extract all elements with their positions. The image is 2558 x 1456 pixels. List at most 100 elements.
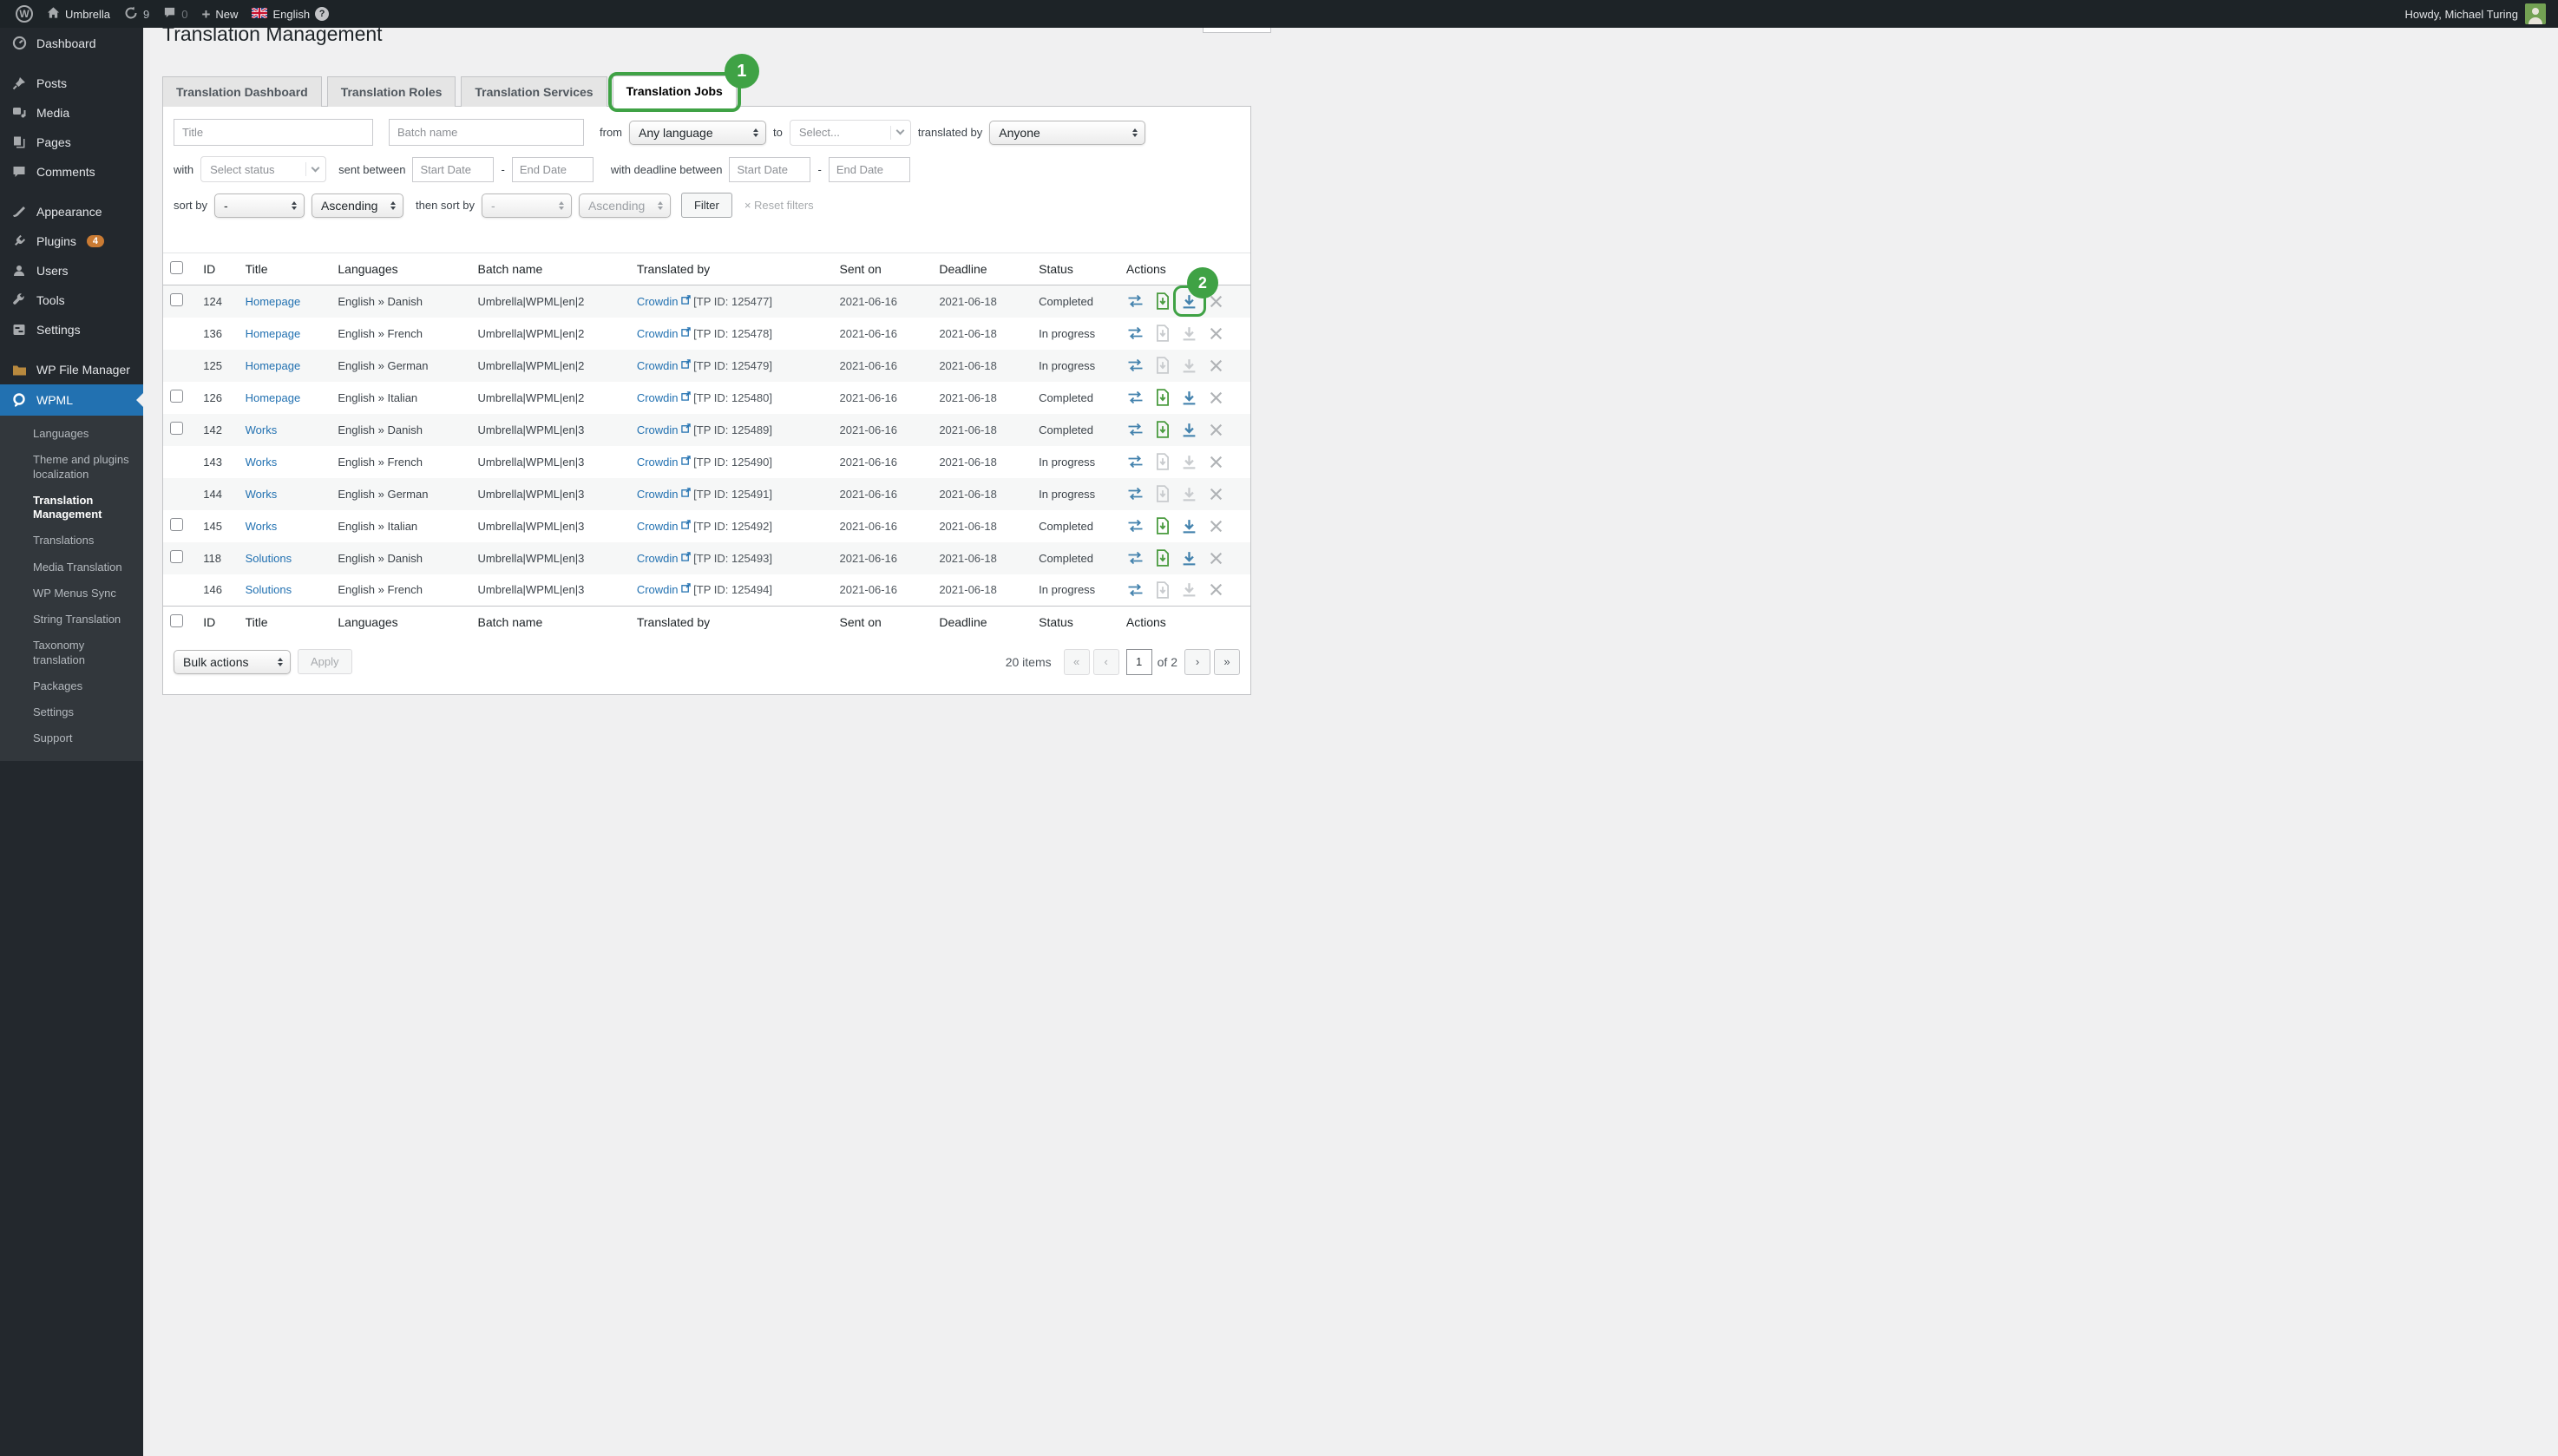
row-checkbox[interactable] xyxy=(170,550,183,563)
submenu-item-media-translation[interactable]: Media Translation xyxy=(0,554,143,580)
sidebar-item-pages[interactable]: Pages xyxy=(0,128,143,157)
help-question-icon[interactable]: ? xyxy=(315,7,329,21)
bulk-actions-select[interactable]: Bulk actions xyxy=(174,650,291,674)
row-checkbox[interactable] xyxy=(170,293,183,306)
job-title-link[interactable]: Works xyxy=(246,423,278,436)
submenu-item-string-translation[interactable]: String Translation xyxy=(0,607,143,633)
title-filter-input[interactable] xyxy=(174,119,373,146)
translation-service-link[interactable]: Crowdin xyxy=(637,327,679,340)
cancel-icon[interactable] xyxy=(1207,452,1226,471)
next-page-button[interactable]: › xyxy=(1184,649,1210,675)
cancel-icon[interactable] xyxy=(1207,420,1226,439)
sync-icon[interactable] xyxy=(1126,292,1145,311)
tab-translation-roles[interactable]: Translation Roles xyxy=(327,76,456,107)
tab-translation-dashboard[interactable]: Translation Dashboard xyxy=(162,76,322,107)
job-title-link[interactable]: Solutions xyxy=(246,552,292,565)
job-title-link[interactable]: Homepage xyxy=(246,295,301,308)
download-icon[interactable] xyxy=(1180,420,1199,439)
select-all-checkbox[interactable] xyxy=(170,261,183,274)
translation-service-link[interactable]: Crowdin xyxy=(637,552,679,565)
translation-service-link[interactable]: Crowdin xyxy=(637,391,679,404)
wordpress-logo-menu[interactable]: W xyxy=(9,0,40,28)
sync-icon[interactable] xyxy=(1126,452,1145,471)
translation-service-link[interactable]: Crowdin xyxy=(637,520,679,533)
download-icon[interactable] xyxy=(1180,516,1199,535)
submenu-item-theme-and-plugins-localization[interactable]: Theme and plugins localization xyxy=(0,447,143,488)
sidebar-item-users[interactable]: Users xyxy=(0,256,143,285)
translation-service-link[interactable]: Crowdin xyxy=(637,456,679,469)
job-title-link[interactable]: Homepage xyxy=(246,327,301,340)
current-page-input[interactable] xyxy=(1126,649,1152,675)
deadline-start-date-input[interactable] xyxy=(729,157,810,182)
cancel-icon[interactable] xyxy=(1207,324,1226,343)
tab-translation-jobs[interactable]: Translation Jobs1 xyxy=(613,75,737,107)
submenu-item-translation-management[interactable]: Translation Management xyxy=(0,488,143,528)
sidebar-item-tools[interactable]: Tools xyxy=(0,285,143,315)
submenu-item-translations[interactable]: Translations xyxy=(0,528,143,554)
row-checkbox[interactable] xyxy=(170,390,183,403)
export-file-icon[interactable] xyxy=(1153,420,1172,439)
sort-order-select[interactable]: Ascending xyxy=(312,193,403,218)
sync-icon[interactable] xyxy=(1126,388,1145,407)
submenu-item-languages[interactable]: Languages xyxy=(0,421,143,447)
job-title-link[interactable]: Homepage xyxy=(246,391,301,404)
sidebar-item-media[interactable]: Media xyxy=(0,98,143,128)
submenu-item-taxonomy-translation[interactable]: Taxonomy translation xyxy=(0,633,143,673)
from-language-select[interactable]: Any language xyxy=(629,121,766,145)
apply-button[interactable]: Apply xyxy=(298,649,352,674)
download-icon[interactable] xyxy=(1180,388,1199,407)
comments-menu[interactable]: 0 xyxy=(156,0,194,28)
cancel-icon[interactable] xyxy=(1207,388,1226,407)
sidebar-item-plugins[interactable]: Plugins4 xyxy=(0,226,143,256)
sent-end-date-input[interactable] xyxy=(512,157,594,182)
sidebar-item-wp-file-manager[interactable]: WP File Manager xyxy=(0,355,143,384)
filter-button[interactable]: Filter xyxy=(681,193,732,218)
export-file-icon[interactable] xyxy=(1153,292,1172,311)
job-title-link[interactable]: Works xyxy=(246,456,278,469)
cancel-icon[interactable] xyxy=(1207,580,1226,600)
account-menu[interactable]: Howdy, Michael Turing xyxy=(2404,3,2549,24)
language-switcher-menu[interactable]: English ? xyxy=(245,0,336,28)
row-checkbox[interactable] xyxy=(170,422,183,435)
translation-service-link[interactable]: Crowdin xyxy=(637,295,679,308)
translated-by-select[interactable]: Anyone xyxy=(989,121,1145,145)
batch-name-filter-input[interactable] xyxy=(389,119,584,146)
export-file-icon[interactable] xyxy=(1153,388,1172,407)
sync-icon[interactable] xyxy=(1126,356,1145,375)
sidebar-item-wpml[interactable]: WPML xyxy=(0,384,143,416)
deadline-end-date-input[interactable] xyxy=(829,157,910,182)
job-title-link[interactable]: Works xyxy=(246,488,278,501)
sent-start-date-input[interactable] xyxy=(412,157,494,182)
cancel-icon[interactable] xyxy=(1207,548,1226,567)
sidebar-item-appearance[interactable]: Appearance xyxy=(0,197,143,226)
site-name-menu[interactable]: Umbrella xyxy=(40,0,117,28)
export-file-icon[interactable] xyxy=(1153,516,1172,535)
updates-menu[interactable]: 9 xyxy=(117,0,156,28)
cancel-icon[interactable] xyxy=(1207,484,1226,503)
sync-icon[interactable] xyxy=(1126,324,1145,343)
reset-filters-link[interactable]: × Reset filters xyxy=(744,199,814,212)
download-icon[interactable] xyxy=(1180,548,1199,567)
sidebar-item-posts[interactable]: Posts xyxy=(0,69,143,98)
new-content-menu[interactable]: + New xyxy=(194,0,245,28)
cancel-icon[interactable] xyxy=(1207,356,1226,375)
status-select[interactable]: Select status xyxy=(200,156,326,182)
sync-icon[interactable] xyxy=(1126,420,1145,439)
submenu-item-packages[interactable]: Packages xyxy=(0,673,143,699)
tab-translation-services[interactable]: Translation Services xyxy=(461,76,607,107)
sidebar-item-settings[interactable]: Settings xyxy=(0,315,143,344)
submenu-item-support[interactable]: Support xyxy=(0,725,143,751)
sync-icon[interactable] xyxy=(1126,548,1145,567)
translation-service-link[interactable]: Crowdin xyxy=(637,583,679,596)
submenu-item-settings[interactable]: Settings xyxy=(0,699,143,725)
job-title-link[interactable]: Solutions xyxy=(246,583,292,596)
row-checkbox[interactable] xyxy=(170,518,183,531)
export-file-icon[interactable] xyxy=(1153,548,1172,567)
submenu-item-wp-menus-sync[interactable]: WP Menus Sync xyxy=(0,580,143,607)
translation-service-link[interactable]: Crowdin xyxy=(637,488,679,501)
to-language-select[interactable]: Select... xyxy=(790,120,911,146)
job-title-link[interactable]: Works xyxy=(246,520,278,533)
select-all-checkbox[interactable] xyxy=(170,614,183,627)
cancel-icon[interactable] xyxy=(1207,292,1226,311)
last-page-button[interactable]: » xyxy=(1214,649,1240,675)
